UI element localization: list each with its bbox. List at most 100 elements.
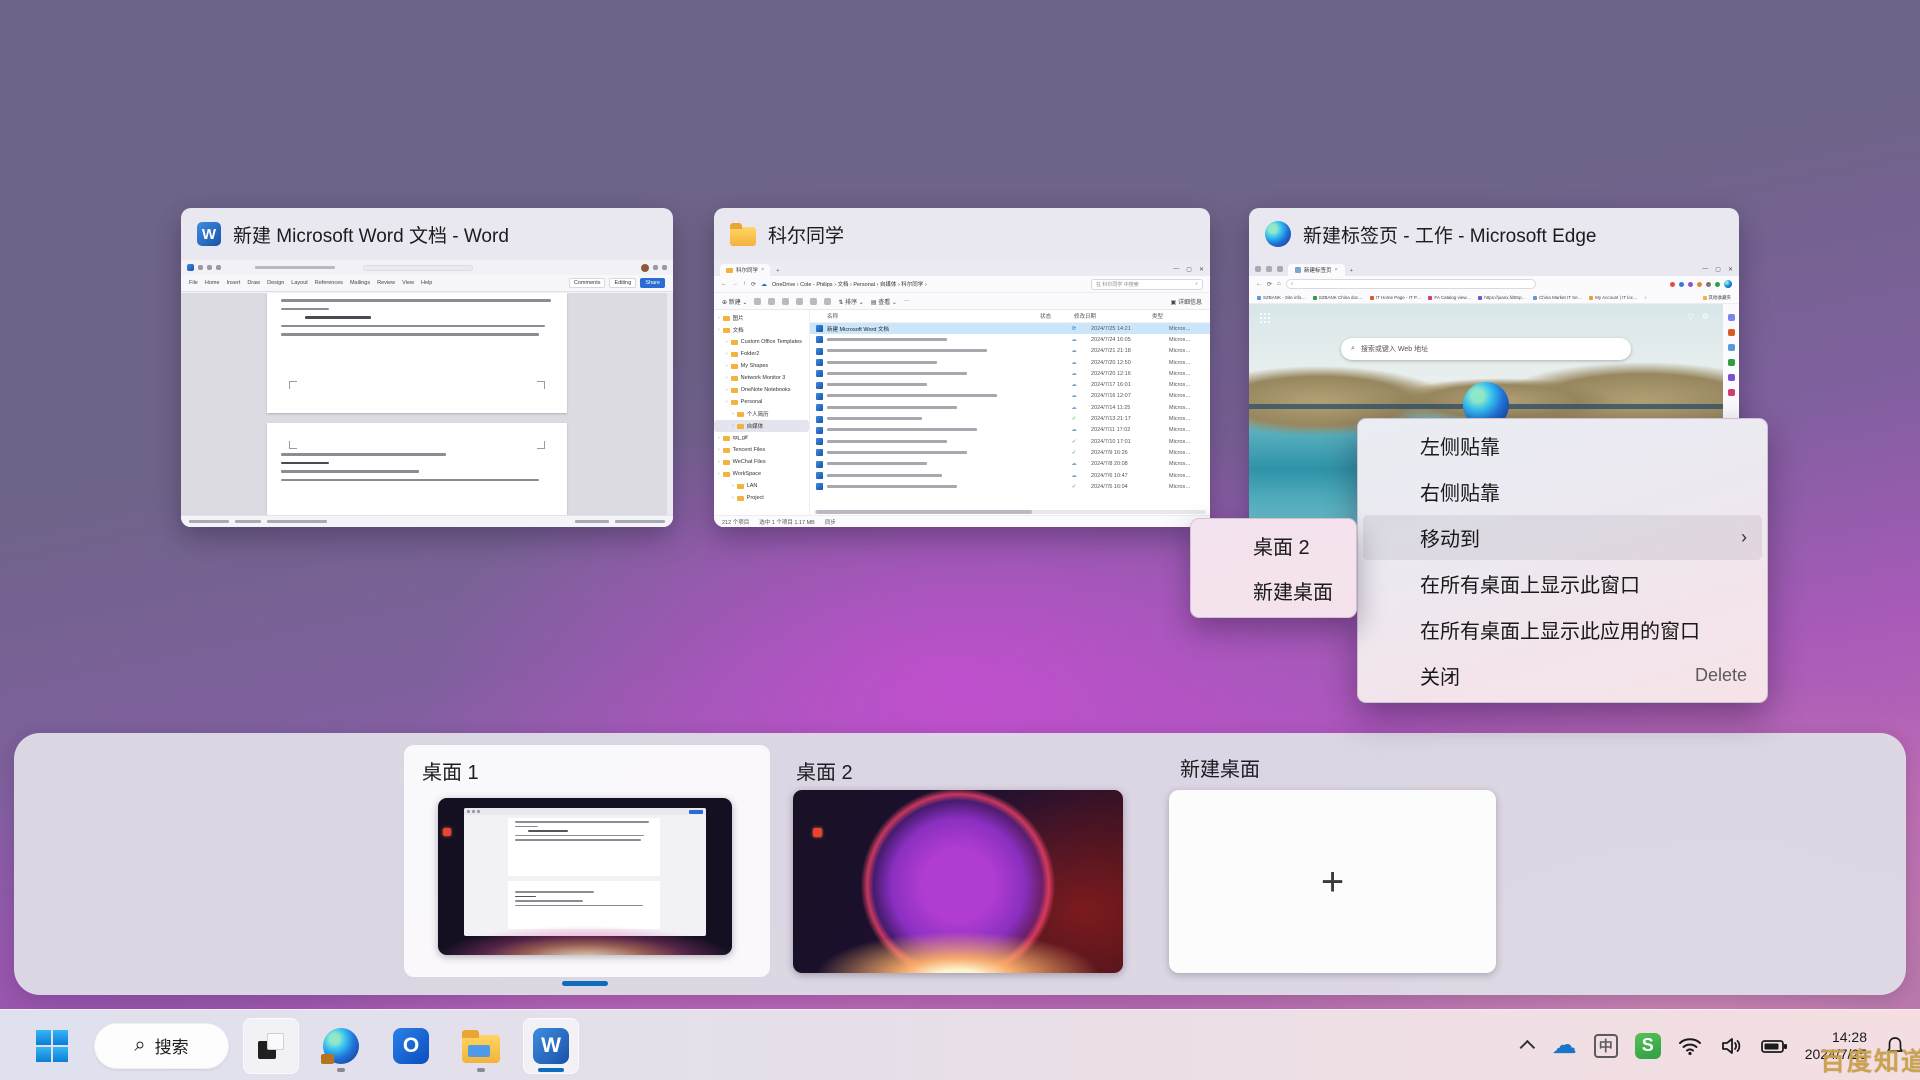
context-menu-item[interactable]: 在所有桌面上显示此窗口 [1358, 560, 1767, 606]
new-desktop-tile[interactable]: + [1169, 790, 1496, 973]
explorer-file-row[interactable]: ☁2024/7/8 20:08Micros… [810, 459, 1210, 470]
word-share-button[interactable]: Share [640, 278, 665, 288]
submenu-item[interactable]: 新建桌面 [1191, 568, 1356, 613]
explorer-sidebar-item[interactable]: ›My Shapes [714, 360, 809, 372]
desktop1-thumbnail[interactable] [438, 798, 732, 955]
explorer-file-row[interactable]: ☁2024/7/17 16:01Micros… [810, 379, 1210, 390]
word-comments-button[interactable]: Comments [569, 278, 606, 288]
explorer-sidebar-item[interactable]: ›Custom Office Templates [714, 336, 809, 348]
explorer-window-titlebar[interactable]: 科尔同学 [714, 208, 1210, 260]
context-menu-item[interactable]: 在所有桌面上显示此应用的窗口 [1358, 606, 1767, 652]
edge-window-controls[interactable]: —▢✕ [1702, 266, 1733, 276]
word-ribbon-tab[interactable]: Design [267, 280, 284, 286]
battery-icon[interactable] [1760, 1034, 1788, 1058]
tab-close-icon[interactable]: × [761, 267, 764, 273]
word-editing-button[interactable]: Editing [609, 278, 636, 288]
horizontal-scrollbar[interactable] [814, 510, 1206, 514]
explorer-sidebar-item[interactable]: ›Network Monitor 3 [714, 372, 809, 384]
desktop2-label[interactable]: 桌面 2 [796, 756, 853, 785]
edge-toolbar-extensions[interactable] [1670, 280, 1732, 288]
onedrive-icon[interactable]: ☁ [1552, 1033, 1577, 1058]
desktop1-label[interactable]: 桌面 1 [422, 756, 479, 785]
explorer-window-controls[interactable]: —▢✕ [1173, 266, 1204, 276]
taskbar-word-button[interactable]: W [523, 1018, 579, 1074]
start-button[interactable] [24, 1018, 80, 1074]
grid-layout-icon[interactable] [1259, 312, 1271, 324]
explorer-sidebar[interactable]: ›图片›文档›Custom Office Templates›Folder2›M… [714, 310, 810, 515]
edge-favorite-item[interactable]: FA Catalog view… [1428, 295, 1471, 300]
ime-indicator[interactable]: 中 [1594, 1034, 1618, 1058]
explorer-sidebar-item[interactable]: ›文档 [714, 324, 809, 336]
word-ribbon-tab[interactable]: File [189, 280, 198, 286]
view-button[interactable]: ▤ 查看 ⌄ [871, 297, 897, 306]
tray-expand-chevron-icon[interactable] [1519, 1040, 1535, 1056]
explorer-sidebar-item[interactable]: ›Tencent Files [714, 444, 809, 456]
taskbar-explorer-button[interactable] [453, 1018, 509, 1074]
window-card-explorer[interactable]: 科尔同学 科尔同学 × + —▢✕ ← → ↑ ⟳ ☁ OneDrive [714, 208, 1210, 527]
settings-gear-icon[interactable]: ⚙ [1702, 312, 1709, 321]
edge-favorites-bar[interactable]: SZBANK - Site info…SZBANK China doc…IT H… [1249, 292, 1739, 304]
explorer-window-thumbnail[interactable]: 科尔同学 × + —▢✕ ← → ↑ ⟳ ☁ OneDrive › Cole -… [714, 260, 1210, 527]
explorer-search-box[interactable]: 在 科尔同学 中搜索⌕ [1091, 279, 1203, 290]
paste-icon[interactable] [782, 298, 789, 305]
new-button[interactable]: ⊕ 新建 ⌄ [722, 297, 747, 306]
explorer-sidebar-item[interactable]: ›LAN [714, 480, 809, 492]
explorer-sidebar-item[interactable]: ›OneNote Notebooks [714, 384, 809, 396]
desktop2-thumbnail[interactable] [793, 790, 1123, 973]
explorer-file-row[interactable]: ☁2024/7/24 16:05Micros… [810, 334, 1210, 345]
word-ribbon-tab[interactable]: References [315, 280, 343, 286]
details-pane-button[interactable]: ▣ 详细信息 [1171, 297, 1202, 306]
sort-button[interactable]: ⇅ 排序 ⌄ [838, 297, 863, 306]
edge-address-bar[interactable]: ⌕ [1286, 279, 1536, 289]
explorer-file-row[interactable]: ✓2024/7/5 16:04Micros… [810, 481, 1210, 492]
word-ribbon-tab[interactable]: Insert [227, 280, 241, 286]
edge-favorite-item[interactable]: https://juanx.fd8Sp… [1478, 295, 1526, 300]
word-ribbon-tab[interactable]: Help [421, 280, 432, 286]
back-icon[interactable]: ← [1256, 281, 1262, 287]
explorer-file-row[interactable]: ☁2024/7/14 11:25Micros… [810, 402, 1210, 413]
explorer-file-row[interactable]: ✓2024/7/10 17:01Micros… [810, 436, 1210, 447]
back-icon[interactable]: ← [721, 281, 727, 287]
explorer-file-row[interactable]: ✓2024/7/13 21:17Micros… [810, 413, 1210, 424]
rename-icon[interactable] [796, 298, 803, 305]
refresh-icon[interactable]: ⟳ [1267, 281, 1272, 288]
explorer-sidebar-item[interactable]: ›图片 [714, 312, 809, 324]
forward-icon[interactable]: → [732, 281, 738, 287]
context-menu-item[interactable]: 左侧贴靠 [1358, 423, 1767, 469]
home-icon[interactable]: ⌂ [1277, 281, 1281, 287]
share-icon[interactable] [810, 298, 817, 305]
explorer-sidebar-item[interactable]: ›WorkSpace [714, 468, 809, 480]
edge-favorite-item[interactable]: My Account | IT loc… [1589, 295, 1637, 300]
edge-favorite-item[interactable]: SZBANK - Site info… [1257, 295, 1306, 300]
task-view-button[interactable] [243, 1018, 299, 1074]
explorer-file-row[interactable]: ☁2024/7/6 10:47Micros… [810, 470, 1210, 481]
s-app-tray-icon[interactable]: S [1635, 1033, 1661, 1059]
up-icon[interactable]: ↑ [743, 281, 746, 287]
window-card-word[interactable]: W 新建 Microsoft Word 文档 - Word FileHomeIn… [181, 208, 673, 527]
explorer-file-row[interactable]: 新建 Microsoft Word 文档⟳2024/7/25 14:21Micr… [810, 323, 1210, 334]
explorer-sidebar-item[interactable]: ›自媒体 [714, 420, 809, 432]
context-menu-item[interactable]: 右侧贴靠 [1358, 469, 1767, 515]
breadcrumb[interactable]: OneDrive › Cole - Philips › 文档 › Persona… [772, 280, 927, 288]
explorer-sidebar-item[interactable]: ›Folder2 [714, 348, 809, 360]
context-menu-item[interactable]: 关闭Delete [1358, 652, 1767, 698]
word-window-thumbnail[interactable]: FileHomeInsertDrawDesignLayoutReferences… [181, 260, 673, 527]
taskbar-search[interactable]: ⌕ 搜索 [94, 1023, 229, 1069]
cut-icon[interactable] [754, 298, 761, 305]
word-scrollbar[interactable] [667, 293, 673, 515]
volume-icon[interactable] [1719, 1034, 1743, 1058]
new-tab-icon[interactable]: + [1350, 268, 1353, 276]
explorer-column-headers[interactable]: 名称 状态 修改日期 类型 [810, 310, 1210, 323]
word-ribbon-tab[interactable]: Layout [291, 280, 308, 286]
edge-other-favorites-folder[interactable]: 其他收藏夹 [1703, 295, 1732, 301]
explorer-file-row[interactable]: ☁2024/7/20 12:50Micros… [810, 357, 1210, 368]
explorer-sidebar-item[interactable]: ›WeChat Files [714, 456, 809, 468]
filter-icon[interactable]: ▽ [1688, 312, 1694, 321]
explorer-sidebar-item[interactable]: ›个人简历 [714, 408, 809, 420]
edge-favorite-item[interactable]: › [1645, 295, 1647, 300]
word-ribbon-tab[interactable]: Mailings [350, 280, 370, 286]
explorer-file-row[interactable]: ☁2024/7/21 21:18Micros… [810, 346, 1210, 357]
edge-tab[interactable]: 新建标签页 × [1288, 264, 1345, 276]
explorer-sidebar-item[interactable]: ›Personal [714, 396, 809, 408]
explorer-sidebar-item[interactable]: ›qq_gif [714, 432, 809, 444]
